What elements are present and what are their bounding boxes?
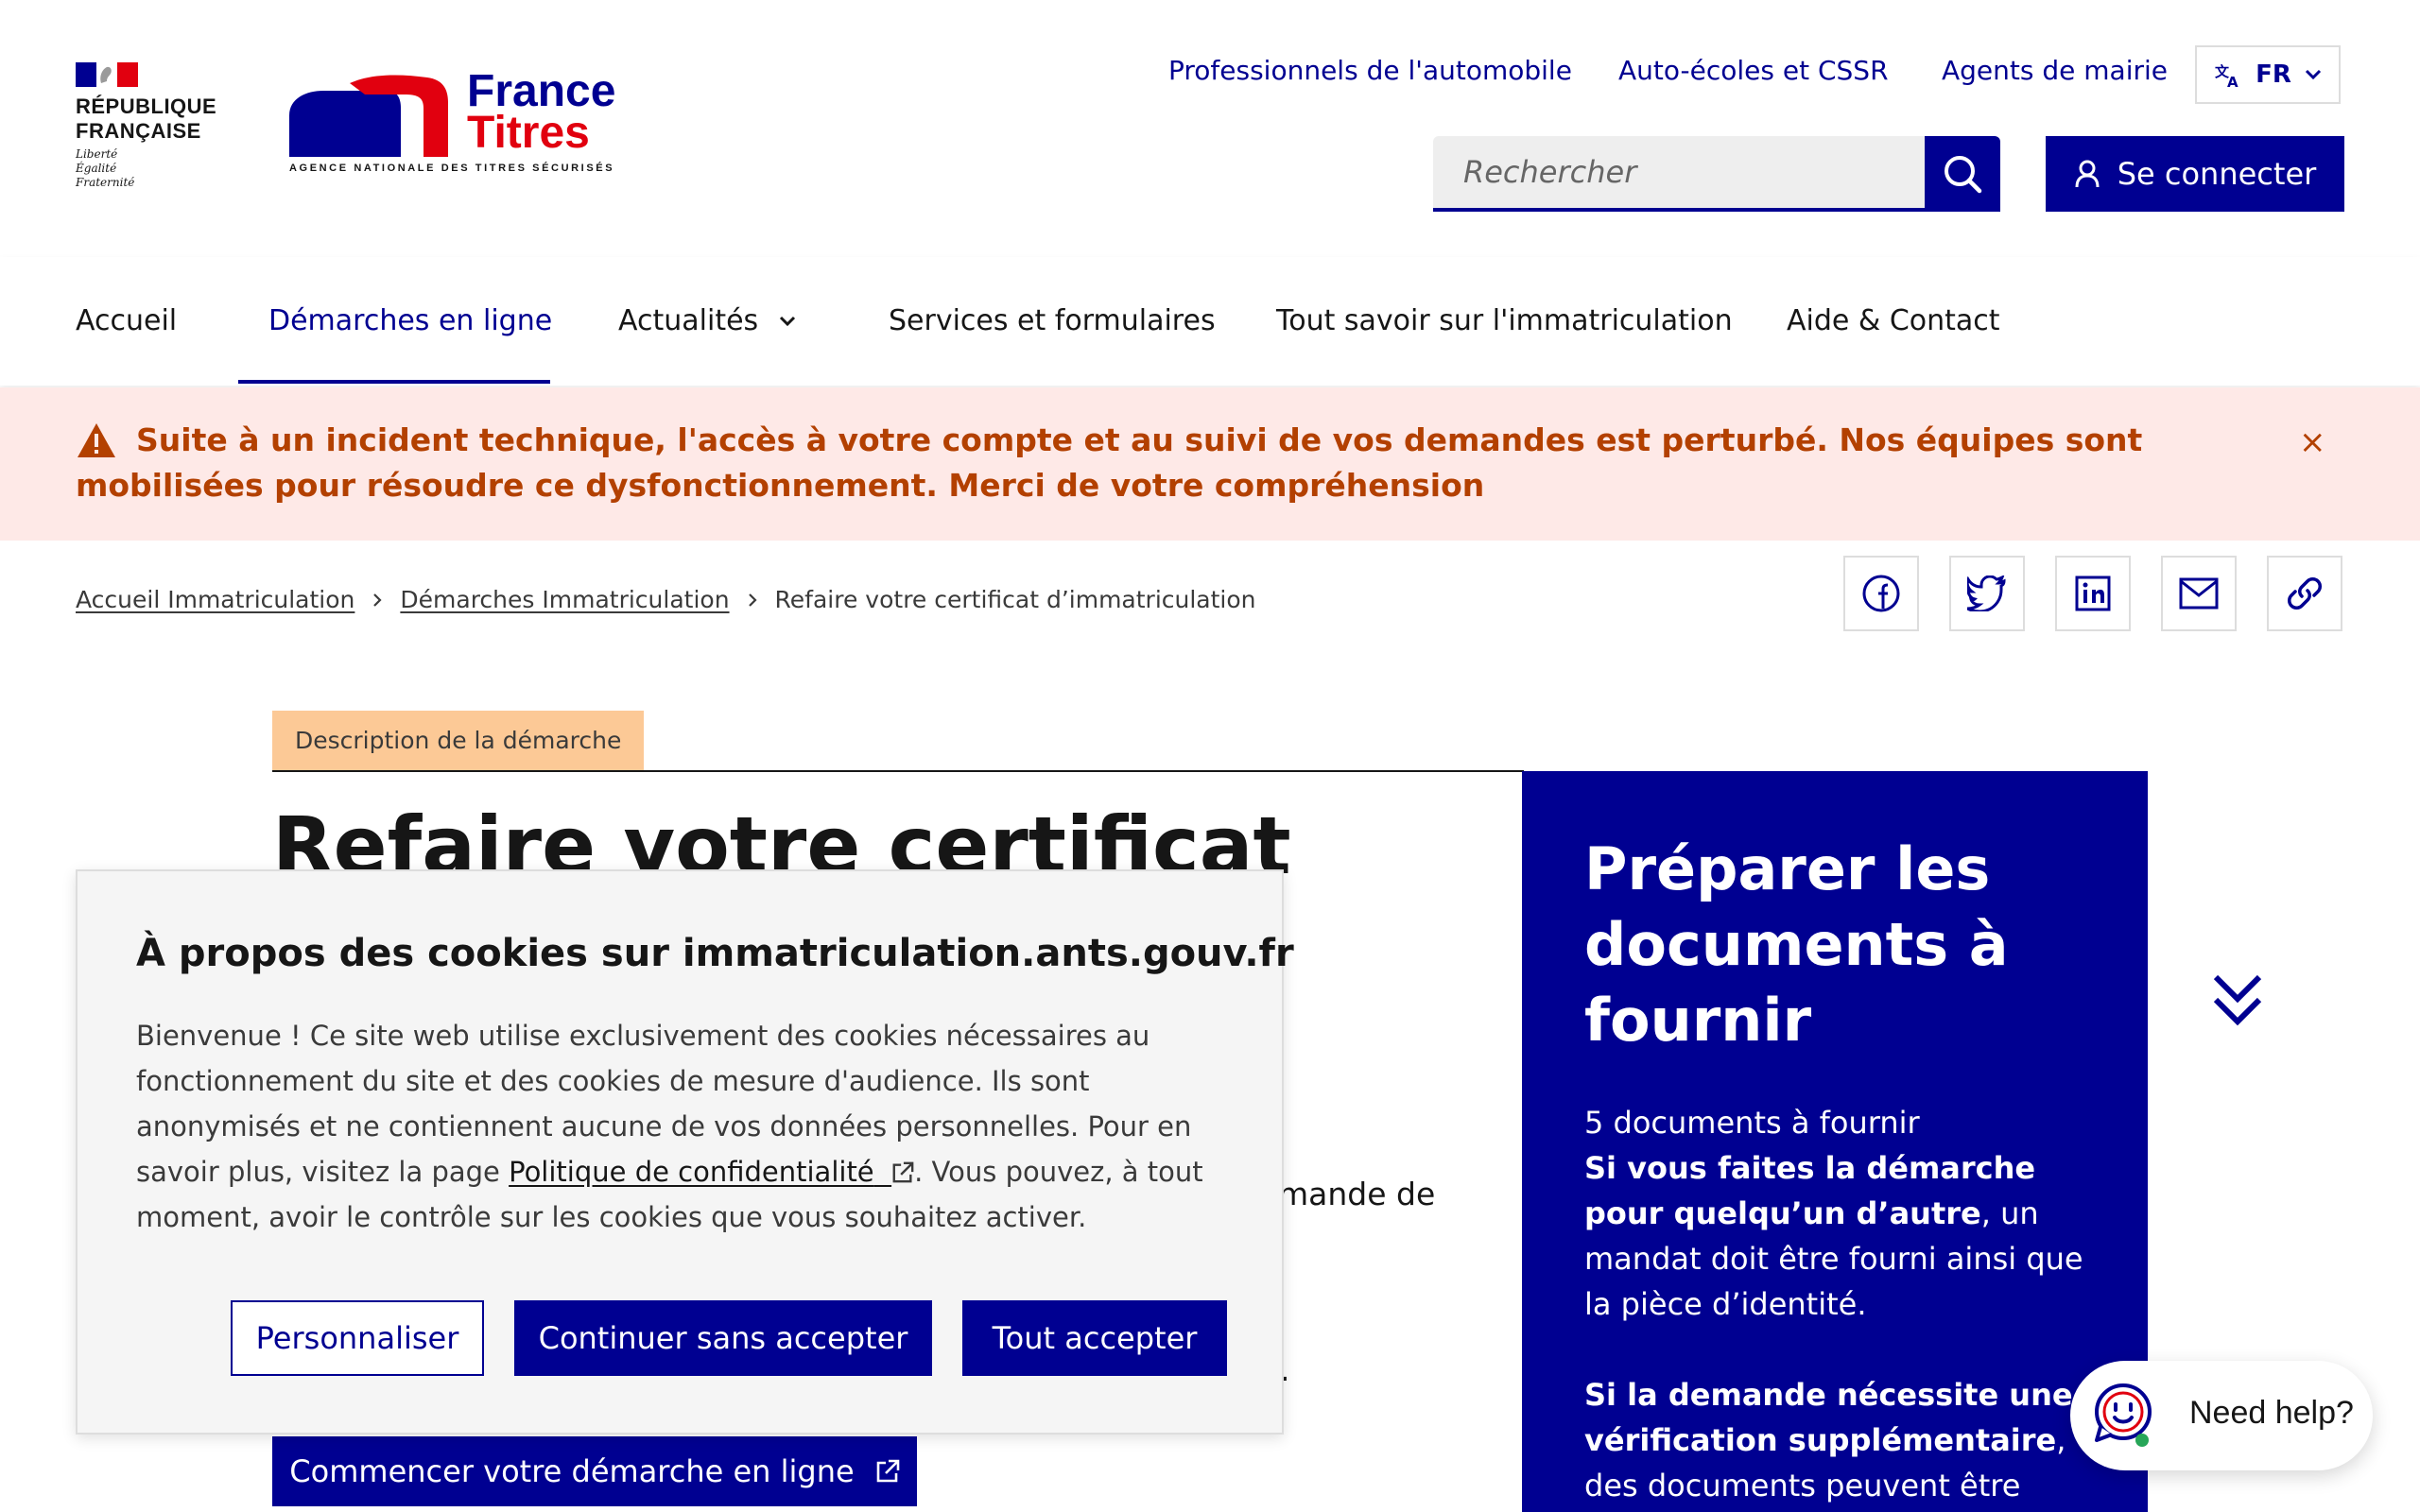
cookie-consent-banner: À propos des cookies sur immatriculation… <box>76 869 1294 1435</box>
chevron-down-icon <box>780 316 796 326</box>
cookie-title: À propos des cookies sur immatriculation… <box>136 932 1294 975</box>
search-icon <box>1945 156 1982 194</box>
mandate-bold: Si vous faites la démarche pour quelqu’u… <box>1584 1150 2036 1231</box>
chevron-right-icon <box>373 593 382 607</box>
svg-text:A: A <box>2227 74 2238 89</box>
chat-bot-icon <box>2095 1383 2152 1447</box>
breadcrumb-link-demarches[interactable]: Démarches Immatriculation <box>400 586 729 613</box>
privacy-policy-link[interactable]: Politique de confidentialité <box>509 1156 914 1188</box>
nav-item-demarches[interactable]: Démarches en ligne <box>268 304 552 337</box>
motto-egalite: Égalité <box>76 162 117 175</box>
nav-item-tout-savoir[interactable]: Tout savoir sur l'immatriculation <box>1276 304 1733 337</box>
chevron-right-icon <box>748 593 757 607</box>
nav-item-accueil[interactable]: Accueil <box>76 304 177 337</box>
breadcrumb: Accueil Immatriculation Démarches Immatr… <box>76 586 1256 613</box>
facebook-icon <box>1862 575 1900 612</box>
share-facebook-button[interactable] <box>1843 556 1919 631</box>
cookie-description: Bienvenue ! Ce site web utilise exclusiv… <box>136 1013 1233 1240</box>
chevron-down-icon <box>2305 69 2321 80</box>
body-text-fragment: mande de <box>1278 1176 1436 1212</box>
toplink-auto-ecoles[interactable]: Auto-écoles et CSSR <box>1618 55 1889 86</box>
copy-link-button[interactable] <box>2267 556 2342 631</box>
help-chat-widget[interactable]: Need help? <box>2070 1361 2373 1470</box>
accept-all-cookies-button[interactable]: Tout accepter <box>962 1300 1227 1376</box>
double-chevron-down-icon[interactable] <box>2212 973 2263 1030</box>
customize-cookies-button[interactable]: Personnaliser <box>231 1300 484 1376</box>
alert-message: Suite à un incident technique, l'accès à… <box>76 421 2143 504</box>
language-label: FR <box>2256 60 2291 89</box>
share-twitter-button[interactable] <box>1949 556 2025 631</box>
nav-item-aide-contact[interactable]: Aide & Contact <box>1787 304 2000 337</box>
republique-francaise-logo[interactable]: RÉPUBLIQUE FRANÇAISE Liberté Égalité Fra… <box>76 62 236 190</box>
nav-item-services[interactable]: Services et formulaires <box>889 304 1216 337</box>
external-link-icon <box>876 1459 899 1483</box>
title-divider <box>272 770 1524 772</box>
republique-line-2: FRANÇAISE <box>76 119 201 143</box>
login-button[interactable]: Se connecter <box>2046 136 2344 212</box>
toplink-professionnels[interactable]: Professionnels de l'automobile <box>1168 55 1572 86</box>
documents-panel: Préparer les documents à fournir 5 docum… <box>1522 771 2148 1512</box>
france-titres-logo[interactable]: France Titres AGENCE NATIONALE DES TITRE… <box>284 62 624 185</box>
motto-fraternite: Fraternité <box>76 176 135 189</box>
breadcrumb-current: Refaire votre certificat d’immatriculati… <box>774 586 1256 613</box>
main-navigation: Accueil Démarches en ligne Actualités Se… <box>0 257 2420 386</box>
republique-line-1: RÉPUBLIQUE <box>76 94 217 118</box>
linkedin-icon <box>2075 576 2111 611</box>
toplink-agents-mairie[interactable]: Agents de mairie <box>1942 55 2168 86</box>
privacy-policy-label: Politique de confidentialité <box>509 1156 874 1188</box>
link-icon <box>2288 577 2322 610</box>
documents-count: 5 documents à fournir <box>1584 1105 1920 1141</box>
search-button[interactable] <box>1925 136 2000 212</box>
motto-liberte: Liberté <box>76 147 118 161</box>
search-input[interactable] <box>1433 136 1925 212</box>
start-procedure-label: Commencer votre démarche en ligne <box>289 1453 855 1489</box>
share-mail-button[interactable] <box>2161 556 2237 631</box>
site-header: RÉPUBLIQUE FRANÇAISE Liberté Égalité Fra… <box>0 0 2420 259</box>
procedure-tag: Description de la démarche <box>272 711 645 771</box>
alert-close-button[interactable]: × <box>2299 423 2326 461</box>
login-label: Se connecter <box>2117 156 2317 192</box>
user-icon <box>2075 160 2100 188</box>
translate-icon: 文 A <box>2215 63 2238 89</box>
external-link-icon <box>892 1161 914 1183</box>
twitter-icon <box>1967 576 2006 611</box>
france-titres-mark-icon <box>289 75 448 157</box>
documents-panel-body: 5 documents à fournir Si vous faites la … <box>1584 1100 2114 1508</box>
breadcrumb-link-accueil[interactable]: Accueil Immatriculation <box>76 586 354 613</box>
brand-tagline: AGENCE NATIONALE DES TITRES SÉCURISÉS <box>289 163 615 174</box>
incident-alert: Suite à un incident technique, l'accès à… <box>0 387 2420 541</box>
search-bar <box>1433 136 2000 212</box>
start-procedure-button[interactable]: Commencer votre démarche en ligne <box>272 1436 917 1506</box>
brand-titres: Titres <box>467 108 590 158</box>
documents-panel-title: Préparer les documents à fournir <box>1584 834 2009 1055</box>
nav-item-actualites[interactable]: Actualités <box>618 304 796 337</box>
share-linkedin-button[interactable] <box>2055 556 2131 631</box>
verification-bold: Si la demande nécessite une vérification… <box>1584 1377 2073 1458</box>
language-selector[interactable]: 文 A FR <box>2195 45 2341 104</box>
marianne-flag-icon <box>76 62 138 87</box>
active-nav-indicator <box>238 380 550 384</box>
nav-item-actualites-label: Actualités <box>618 304 759 337</box>
continue-without-accepting-button[interactable]: Continuer sans accepter <box>514 1300 932 1376</box>
help-label: Need help? <box>2189 1395 2354 1431</box>
mail-icon <box>2179 577 2219 610</box>
